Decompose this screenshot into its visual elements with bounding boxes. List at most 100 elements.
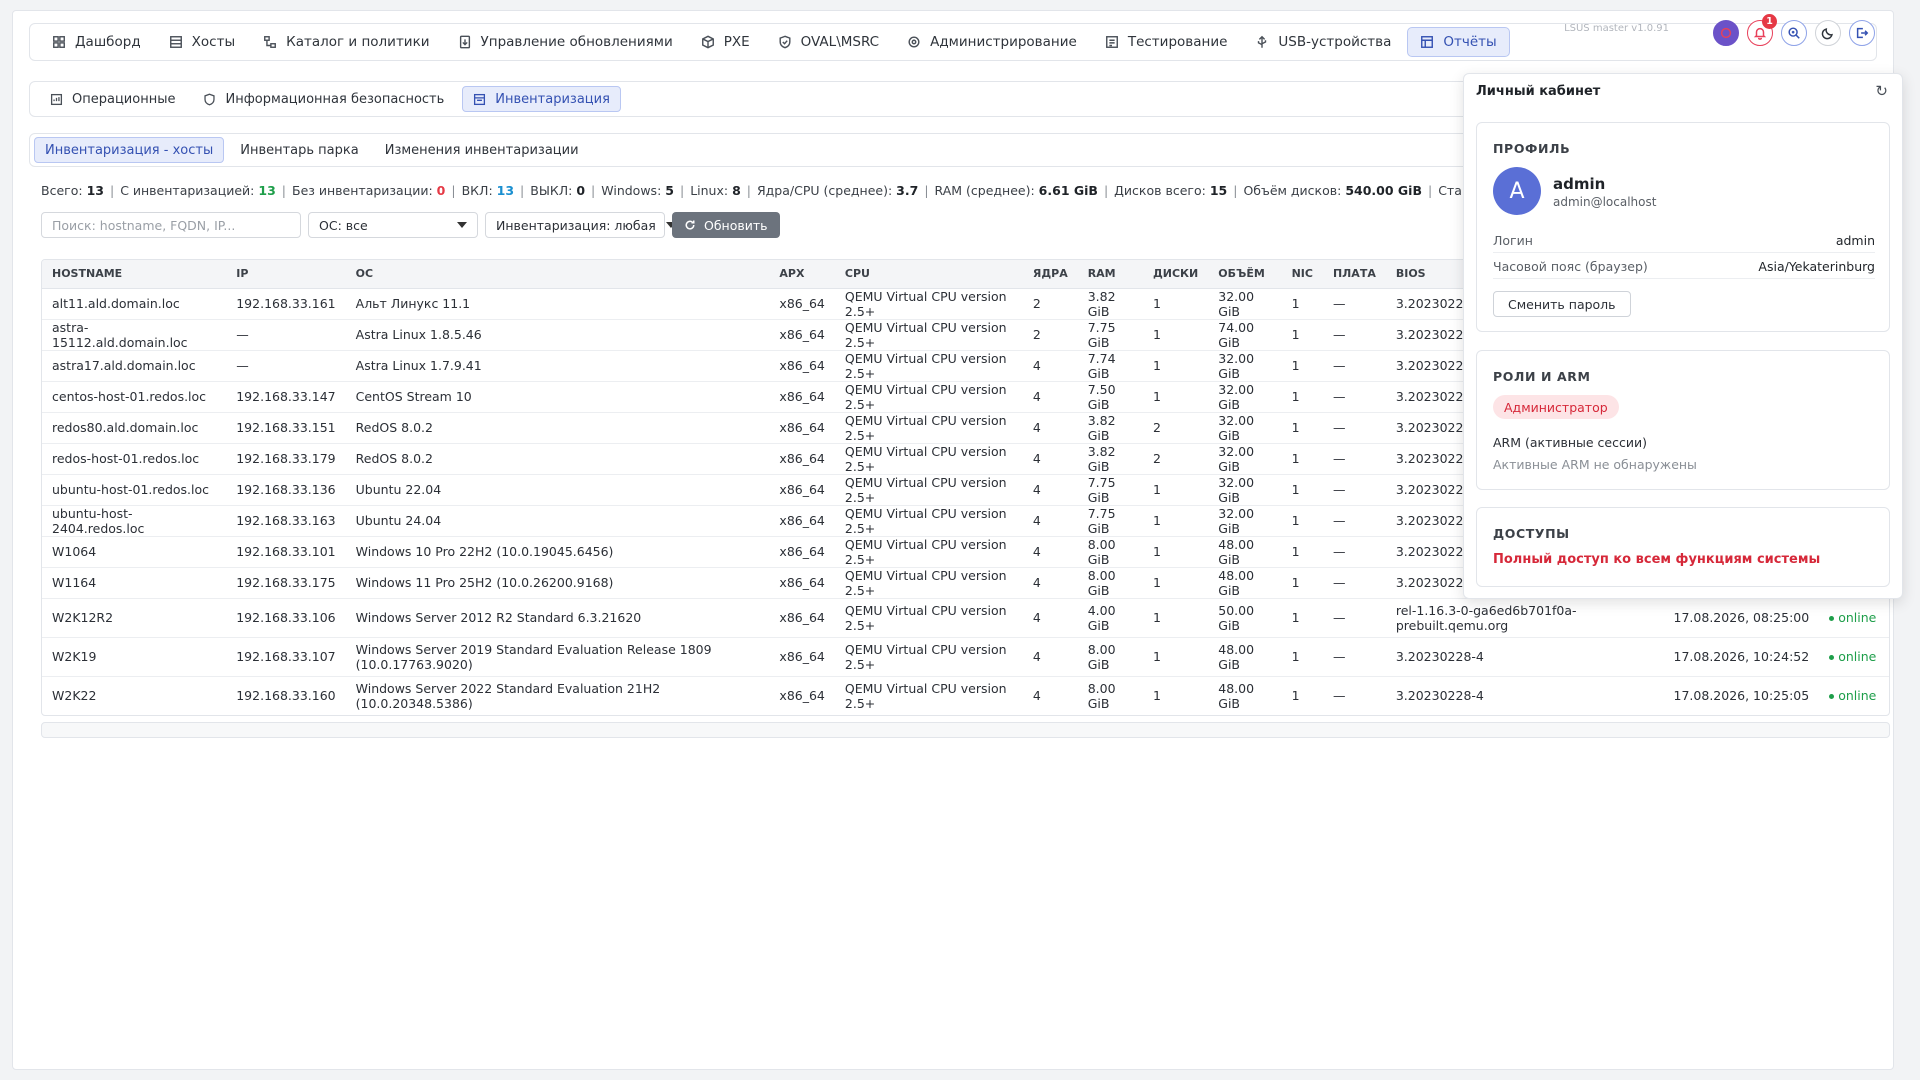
table-cell: x86_64: [769, 350, 835, 382]
moon-icon: [1821, 28, 1833, 40]
tab-inventory-hosts[interactable]: Инвентаризация - хосты: [34, 137, 225, 163]
table-cell: 8.00 GiB: [1077, 536, 1143, 568]
nav-catalog[interactable]: Каталог и политики: [251, 27, 441, 57]
table-cell: x86_64: [769, 567, 835, 599]
pxe-icon: [701, 35, 714, 49]
nav-dashboard[interactable]: Дашборд: [40, 27, 153, 57]
nav-updates[interactable]: Управление обновлениями: [446, 27, 685, 57]
column-header[interactable]: IP: [226, 260, 346, 289]
os-filter-value: ОС: все: [319, 217, 368, 233]
table-cell: 4: [1022, 350, 1078, 382]
table-cell: W2K19: [42, 637, 227, 677]
column-header[interactable]: HOSTNAME: [42, 260, 227, 289]
stats-separator: |: [1427, 183, 1433, 198]
table-cell: ubuntu-host-01.redos.loc: [42, 474, 227, 506]
status-text: online: [1838, 610, 1877, 625]
refresh-icon[interactable]: ↻: [1875, 82, 1888, 100]
table-cell: 3.20230228-4: [1385, 637, 1664, 677]
os-filter-select[interactable]: ОС: все: [308, 212, 478, 238]
stat-value: 15: [1209, 183, 1228, 198]
tab-inventory-changes[interactable]: Изменения инвентаризации: [375, 137, 589, 163]
table-row[interactable]: W2K12R2 192.168.33.106 Windows Server 2012…: [42, 598, 1889, 638]
search-button[interactable]: [1781, 20, 1807, 46]
table-cell: Windows Server 2012 R2 Standard 6.3.2162…: [345, 598, 770, 638]
nav-testing[interactable]: Тестирование: [1093, 27, 1240, 57]
table-row[interactable]: W2K22 192.168.33.160 Windows Server 2022 S…: [42, 676, 1889, 715]
stat-label: Ядра/CPU (среднее):: [756, 183, 893, 198]
app-version: LSUS master v1.0.91: [1564, 23, 1669, 34]
inventory-filter-select[interactable]: Инвентаризация: любая: [485, 212, 676, 238]
column-header[interactable]: RAM: [1077, 260, 1143, 289]
table-cell: 1: [1142, 598, 1209, 638]
user-menu-button[interactable]: [1713, 20, 1739, 46]
table-cell: 1: [1281, 319, 1323, 351]
table-cell: x86_64: [769, 381, 835, 413]
usb-icon: [1258, 35, 1267, 48]
table-cell: x86_64: [769, 412, 835, 444]
table-cell: redos-host-01.redos.loc: [42, 443, 227, 475]
nav-oval[interactable]: OVAL\MSRC: [766, 27, 891, 57]
column-header[interactable]: ЯДРА: [1022, 260, 1078, 289]
table-cell: 192.168.33.163: [226, 505, 346, 537]
login-row: Логин admin: [1493, 229, 1875, 253]
nav-admin[interactable]: Администрирование: [895, 27, 1089, 57]
user-email: admin@localhost: [1553, 195, 1657, 209]
column-header[interactable]: АРХ: [769, 260, 835, 289]
nav-reports[interactable]: Отчёты: [1407, 27, 1510, 57]
subnav-security[interactable]: Информационная безопасность: [193, 86, 454, 112]
subnav-inventory[interactable]: Инвентаризация: [462, 86, 621, 112]
nav-pxe[interactable]: PXE: [689, 27, 762, 57]
table-cell: redos80.ald.domain.loc: [42, 412, 227, 444]
table-cell: QEMU Virtual CPU version 2.5+: [834, 443, 1023, 475]
access-card: ДОСТУПЫ Полный доступ ко всем функциям с…: [1476, 507, 1890, 587]
table-cell: 3.20230228-4: [1395, 688, 1484, 704]
table-cell: Windows 11 Pro 25H2 (10.0.26200.9168): [345, 567, 770, 599]
search-input[interactable]: [41, 212, 301, 238]
stat-value: 13: [496, 183, 515, 198]
hosts-icon: [169, 36, 182, 48]
subnav-operations[interactable]: Операционные: [40, 86, 185, 112]
column-header[interactable]: ОС: [345, 260, 770, 289]
table-cell: 32.00 GiB: [1208, 474, 1282, 506]
stat-label: ВЫКЛ:: [530, 183, 573, 198]
table-cell: 32.00 GiB: [1208, 350, 1282, 382]
change-password-button[interactable]: Сменить пароль: [1493, 291, 1631, 317]
roles-card: РОЛИ И ARM Администратор ARM (активные с…: [1476, 350, 1890, 490]
table-cell: 3.82 GiB: [1077, 412, 1143, 444]
table-cell: 1: [1281, 567, 1323, 599]
table-cell: 1: [1142, 505, 1209, 537]
table-cell: 8.00 GiB: [1087, 680, 1116, 711]
reports-icon: [1421, 36, 1434, 48]
subnav-label: Инвентаризация: [495, 91, 610, 107]
nav-usb[interactable]: USB-устройства: [1243, 27, 1403, 57]
table-cell: QEMU Virtual CPU version 2.5+: [834, 319, 1023, 351]
refresh-button[interactable]: Обновить: [672, 212, 780, 238]
theme-toggle-button[interactable]: [1815, 20, 1841, 46]
timezone-row: Часовой пояс (браузер) Asia/Yekaterinburg: [1493, 255, 1875, 279]
stat-value: 8: [732, 183, 741, 198]
column-header[interactable]: ПЛАТА: [1322, 260, 1386, 289]
table-row[interactable]: W2K19 192.168.33.107 Windows Server 2019 S…: [42, 637, 1889, 677]
notifications-button[interactable]: 1: [1747, 14, 1777, 46]
table-cell: online: [1819, 598, 1889, 638]
logout-button[interactable]: [1849, 20, 1875, 46]
table-cell: 32.00 GiB: [1208, 412, 1282, 444]
table-cell: 1: [1281, 350, 1323, 382]
table-cell: —: [1322, 536, 1386, 568]
table-cell: 192.168.33.101: [226, 536, 346, 568]
profile-heading: ПРОФИЛЬ: [1493, 141, 1571, 156]
table-cell: 4: [1022, 381, 1078, 413]
column-header[interactable]: NIC: [1281, 260, 1323, 289]
tab-fleet-inventory[interactable]: Инвентарь парка: [230, 137, 369, 163]
table-cell: W2K12R2: [42, 598, 227, 638]
column-header[interactable]: ОБЪЁМ: [1208, 260, 1282, 289]
table-cell: 1: [1142, 381, 1209, 413]
column-header[interactable]: ДИСКИ: [1142, 260, 1209, 289]
stat-label: Дисков всего:: [1114, 183, 1206, 198]
table-cell: 8.00 GiB: [1077, 567, 1143, 599]
horizontal-scrollbar[interactable]: [41, 722, 1890, 738]
column-header[interactable]: CPU: [834, 260, 1023, 289]
panel-title: Личный кабинет: [1476, 84, 1601, 99]
table-cell: —: [1322, 505, 1386, 537]
nav-hosts[interactable]: Хосты: [157, 27, 247, 57]
